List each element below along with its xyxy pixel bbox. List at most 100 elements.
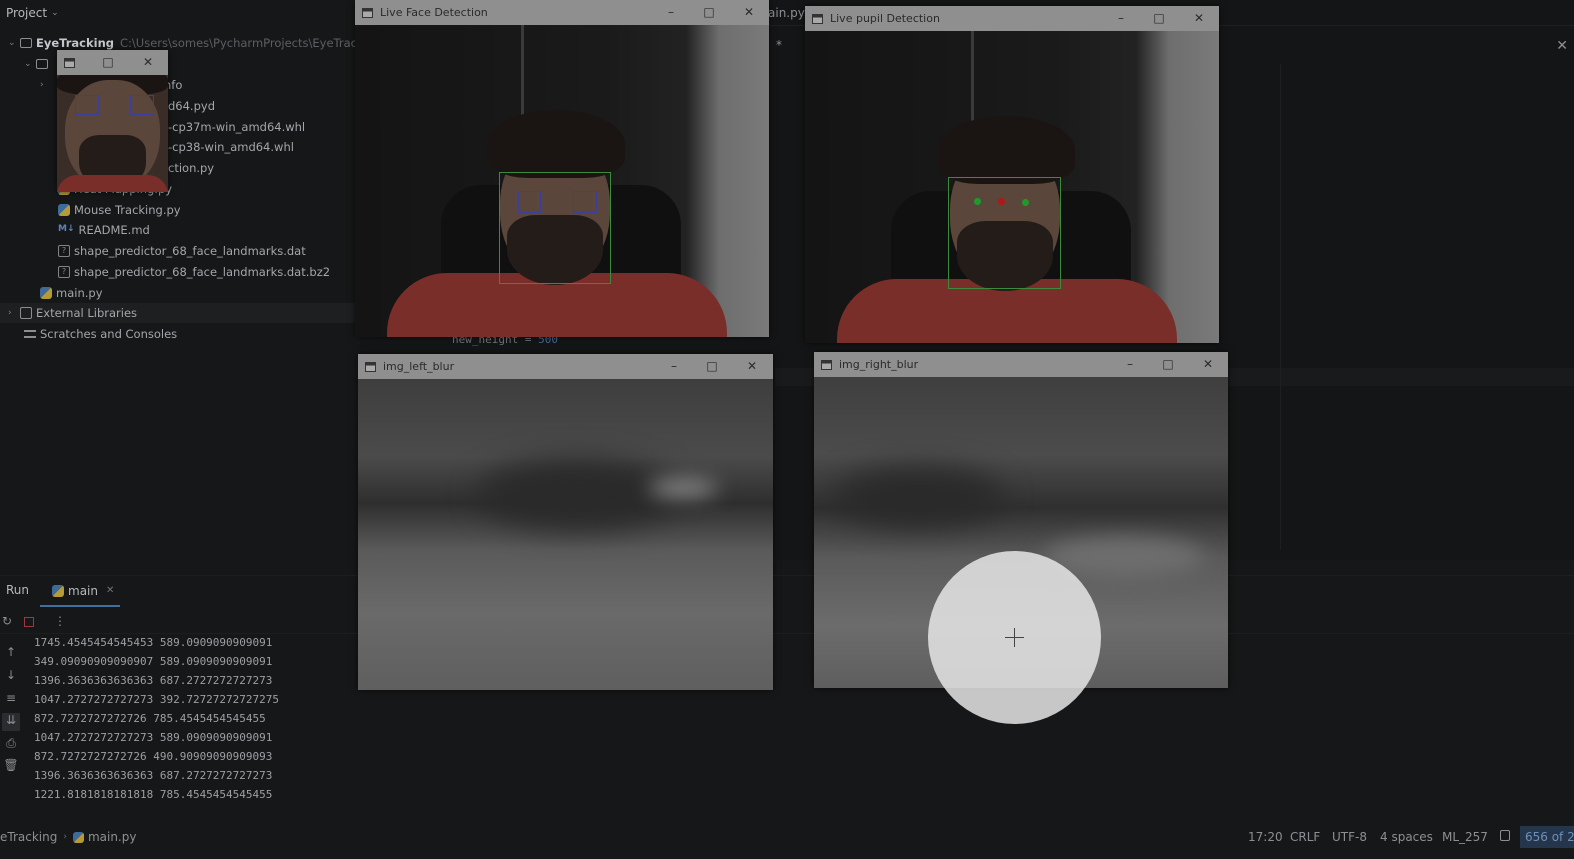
folder-icon	[36, 59, 48, 69]
maximize-icon[interactable]: □	[1161, 357, 1175, 371]
lock-icon[interactable]	[1500, 830, 1510, 841]
console-line: 1745.4545454545453 589.0909090909091	[34, 636, 273, 649]
tree-item-readme[interactable]: M↓ README.md	[58, 220, 150, 240]
tree-item-scratches[interactable]: Scratches and Consoles	[24, 324, 177, 344]
pycharm-ide: Project ⌄ ⌄ EyeTracking C:\Users\somes\P…	[0, 0, 1574, 859]
editor-tab-modified[interactable]: *	[776, 38, 782, 52]
window-titlebar[interactable]: img_right_blur – □ ✕	[814, 352, 1228, 377]
window-titlebar[interactable]: img_left_blur – □ ✕	[358, 354, 773, 379]
tree-item-main-py[interactable]: main.py	[40, 283, 103, 303]
project-panel-header[interactable]: Project ⌄	[0, 0, 360, 26]
python-interpreter[interactable]: ML_257	[1442, 830, 1488, 844]
python-file-icon	[58, 204, 70, 216]
chevron-down-icon[interactable]: ⌄	[24, 59, 36, 69]
close-icon[interactable]: ✕	[742, 5, 756, 19]
console-line: 872.7272727272726 785.4545454545455	[34, 712, 266, 725]
tree-item-label: shape_predictor_68_face_landmarks.dat.bz…	[74, 265, 331, 279]
scroll-to-end-icon[interactable]: ⇊	[2, 713, 20, 731]
live-pupil-detection-window[interactable]: Live pupil Detection – □ ✕	[805, 6, 1219, 343]
stop-icon[interactable]	[24, 617, 34, 627]
tree-item-label: External Libraries	[36, 306, 138, 320]
maximize-icon[interactable]: □	[702, 5, 716, 19]
tree-item-detection-py[interactable]: ction.py	[168, 158, 214, 178]
close-icon[interactable]: ✕	[745, 359, 759, 373]
chevron-down-icon[interactable]: ⌄	[51, 8, 59, 18]
trash-icon[interactable]: 🗑	[2, 758, 20, 776]
markdown-file-icon: M↓	[58, 224, 75, 234]
project-header-label: Project	[6, 6, 48, 20]
arrow-up-icon[interactable]: ↑	[2, 645, 20, 663]
chevron-down-icon[interactable]: ⌄	[8, 38, 20, 48]
maximize-icon[interactable]: □	[101, 55, 115, 69]
tree-item-dat-bz2[interactable]: ? shape_predictor_68_face_landmarks.dat.…	[58, 262, 330, 282]
rerun-icon[interactable]: ↻	[2, 614, 12, 628]
small-face-window[interactable]: □ ✕	[57, 50, 168, 192]
more-options-icon[interactable]: ⋮	[54, 614, 66, 628]
window-titlebar[interactable]: □ ✕	[57, 50, 168, 75]
run-tab-main[interactable]: main ✕	[40, 576, 120, 607]
minimize-icon[interactable]: –	[667, 359, 681, 373]
run-panel-label: Run	[6, 583, 30, 597]
close-icon[interactable]: ✕	[1192, 11, 1206, 25]
unknown-file-icon: ?	[58, 245, 70, 257]
breadcrumb-file[interactable]: main.py	[88, 830, 137, 844]
tree-item-whl-37[interactable]: -cp37m-win_amd64.whl	[168, 117, 305, 137]
video-frame	[57, 75, 168, 192]
minimize-icon[interactable]: –	[1123, 357, 1137, 371]
chevron-right-icon[interactable]: ›	[8, 308, 20, 318]
face-video-view	[355, 25, 769, 337]
tree-item-mouse-tracking[interactable]: Mouse Tracking.py	[58, 200, 181, 220]
print-icon[interactable]: ⎙	[2, 736, 20, 754]
maximize-icon[interactable]: □	[705, 359, 719, 373]
caret-position[interactable]: 17:20	[1248, 830, 1283, 844]
console-line: 1047.2727272727273 589.0909090909091	[34, 731, 273, 744]
tree-item-dat[interactable]: ? shape_predictor_68_face_landmarks.dat	[58, 241, 306, 261]
line-separator[interactable]: CRLF	[1290, 830, 1320, 844]
tree-item-label: README.md	[78, 223, 150, 237]
window-title: img_right_blur	[839, 358, 919, 371]
minimize-icon[interactable]: –	[664, 5, 678, 19]
breadcrumb: eTracking › main.py	[0, 830, 136, 844]
video-frame	[355, 25, 769, 337]
tree-item-path: C:\Users\somes\PycharmProjects\EyeTracki…	[120, 36, 382, 50]
video-frame	[805, 31, 1219, 343]
arrow-down-icon[interactable]: ↓	[2, 668, 20, 686]
pupil-shadow	[478, 459, 678, 529]
breadcrumb-project[interactable]: eTracking	[0, 830, 57, 844]
tree-item-label: Mouse Tracking.py	[74, 203, 181, 217]
right-eye-box	[573, 191, 597, 213]
tree-item-label: -cp38-win_amd64.whl	[168, 140, 294, 154]
tree-item-external-libraries[interactable]: › External Libraries	[0, 303, 360, 323]
crosshair-cursor-icon	[1005, 628, 1024, 647]
file-encoding[interactable]: UTF-8	[1332, 830, 1367, 844]
tree-item-whl-38[interactable]: -cp38-win_amd64.whl	[168, 137, 294, 157]
tree-item-pyd[interactable]: d64.pyd	[168, 96, 215, 116]
pupil-video-view	[805, 31, 1219, 343]
folder-icon	[20, 38, 32, 48]
maximize-icon[interactable]: □	[1152, 11, 1166, 25]
live-face-detection-window[interactable]: Live Face Detection – □ ✕	[355, 0, 769, 337]
chevron-right-icon[interactable]: ›	[40, 80, 52, 90]
close-icon[interactable]: ✕	[141, 55, 155, 69]
window-titlebar[interactable]: Live pupil Detection – □ ✕	[805, 6, 1219, 31]
tree-item-label: ction.py	[168, 161, 215, 175]
run-tool-bar: Run main ✕	[0, 575, 1574, 607]
blurred-eye-image	[358, 379, 773, 690]
face-crop-view	[57, 75, 168, 192]
minimize-icon[interactable]: –	[1114, 11, 1128, 25]
hair-region	[487, 110, 625, 178]
python-file-icon	[40, 287, 52, 299]
close-icon[interactable]: ✕	[1556, 38, 1568, 54]
right-pupil-marker	[1022, 199, 1029, 206]
tree-item-folder[interactable]: ⌄	[24, 54, 52, 74]
close-icon[interactable]: ✕	[106, 585, 114, 596]
img-left-blur-window[interactable]: img_left_blur – □ ✕	[358, 354, 773, 690]
soft-wrap-icon[interactable]: ≡	[2, 691, 20, 709]
close-icon[interactable]: ✕	[1201, 357, 1215, 371]
console-line: 872.7272727272726 490.90909090909093	[34, 750, 273, 763]
memory-indicator[interactable]: 656 of 2	[1520, 826, 1574, 848]
editor-tab-main[interactable]: ain.py	[768, 6, 805, 20]
right-eye-box	[130, 95, 154, 115]
window-titlebar[interactable]: Live Face Detection – □ ✕	[355, 0, 769, 25]
indent-setting[interactable]: 4 spaces	[1380, 830, 1433, 844]
